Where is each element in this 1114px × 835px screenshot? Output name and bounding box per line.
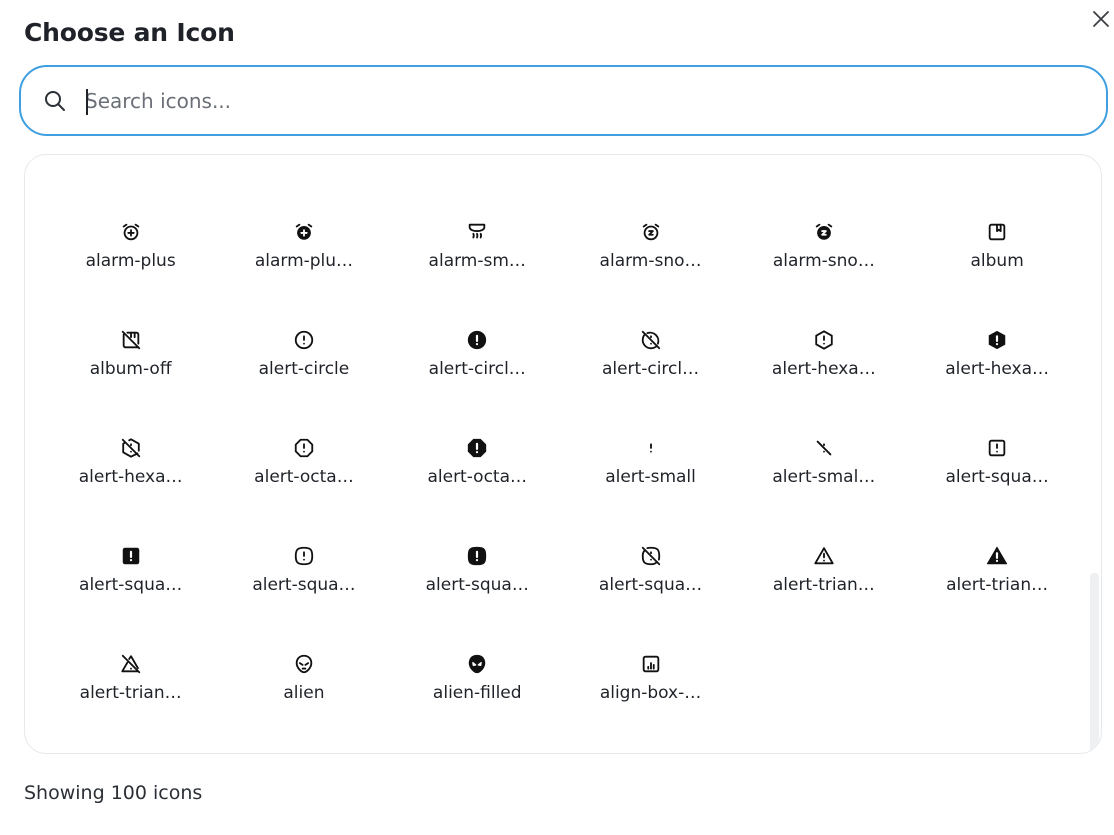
icon-tile[interactable]: album (910, 202, 1083, 310)
search-input[interactable] (85, 81, 1065, 121)
icon-tile[interactable]: alert-trian… (44, 634, 217, 742)
icon-tile-label: alert-trian… (772, 575, 875, 595)
alert-square-icon (988, 439, 1006, 457)
alert-circle-off-icon (641, 330, 660, 350)
icon-grid: alarm-plus alarm-plu… alarm-sm… alarm-sno… a… (44, 202, 1084, 742)
alert-hexagon-off-icon (121, 438, 140, 458)
icon-tile-label: alert-hexa… (945, 359, 1050, 379)
alert-octagon-filled-icon (468, 438, 487, 458)
icon-tile-label: album (970, 251, 1024, 271)
icon-tile-label: alert-trian… (946, 575, 1049, 595)
scrollbar-thumb[interactable] (1090, 573, 1099, 753)
alarm-plus-icon (122, 223, 139, 241)
icon-tile[interactable]: alarm-plu… (217, 202, 390, 310)
dialog-title: Choose an Icon (24, 18, 235, 47)
icon-tile[interactable]: alert-circle (217, 310, 390, 418)
alert-circle-icon (294, 330, 314, 350)
alarm-snooze-filled-icon (815, 223, 833, 240)
icon-picker-dialog: Choose an Icon alarm-plusalarm-plu…alarm… (0, 0, 1114, 835)
icon-tile-label: alarm-plus (85, 251, 176, 271)
icon-tile[interactable]: alert-octa… (391, 418, 564, 526)
icon-grid-panel[interactable]: alarm-plus alarm-plu… alarm-sm… alarm-sno… a… (24, 154, 1102, 754)
alert-hexagon-filled-icon (988, 330, 1006, 350)
icon-tile[interactable]: alert-circl… (564, 310, 737, 418)
icon-tile[interactable]: alert-octa… (217, 418, 390, 526)
icon-tile-label: alert-small (605, 467, 696, 487)
icon-tile[interactable]: alert-hexa… (737, 310, 910, 418)
alert-octagon-icon (294, 438, 314, 458)
icon-tile[interactable]: alert-smal… (737, 418, 910, 526)
alert-triangle-icon (814, 547, 834, 565)
alert-circle-filled-icon (468, 330, 487, 350)
close-icon (1093, 11, 1109, 27)
icon-tile[interactable]: alert-trian… (910, 526, 1083, 634)
icon-tile-label: alarm-plu… (254, 251, 354, 271)
icon-tile-label: alert-squa… (252, 575, 356, 595)
icon-tile-label: alert-squa… (945, 467, 1049, 487)
icon-tile-label: alert-hexa… (78, 467, 183, 487)
icon-tile[interactable]: alert-squa… (564, 526, 737, 634)
icon-tile[interactable]: alien (217, 634, 390, 742)
icon-tile-label: alert-octa… (254, 467, 354, 487)
icon-tile[interactable]: alarm-sno… (737, 202, 910, 310)
alert-square-rounded-icon (294, 546, 314, 566)
icon-tile-label: alert-squa… (425, 575, 529, 595)
icon-tile[interactable]: align-box-… (564, 634, 737, 742)
icon-tile-label: align-box-… (599, 683, 702, 703)
icon-tile-label: alert-circl… (601, 359, 700, 379)
alert-triangle-filled-icon (987, 546, 1008, 565)
icon-tile-label: album-off (89, 359, 172, 379)
alert-square-filled-icon (122, 547, 139, 565)
icon-tile-label: alarm-sno… (772, 251, 875, 271)
align-box-bottom-center-icon (642, 655, 659, 673)
icon-tile-label: alert-circle (258, 359, 350, 379)
text-caret (86, 89, 88, 115)
close-button[interactable] (1088, 6, 1114, 32)
icon-tile-label: alert-circl… (428, 359, 526, 379)
alert-small-icon (649, 443, 652, 453)
search-box[interactable] (19, 65, 1108, 136)
icon-tile[interactable]: alarm-sm… (391, 202, 564, 310)
icon-tile[interactable]: alert-trian… (737, 526, 910, 634)
icon-tile[interactable]: alert-hexa… (44, 418, 217, 526)
album-icon (988, 223, 1006, 241)
icon-tile-label: alert-smal… (772, 467, 876, 487)
alien-icon (295, 654, 313, 674)
icon-tile[interactable]: alarm-plus (44, 202, 217, 310)
icon-tile[interactable]: alien-filled (391, 634, 564, 742)
alarm-snooze-icon (642, 223, 659, 241)
icon-tile[interactable]: alert-squa… (44, 526, 217, 634)
icon-tile-label: alarm-sm… (428, 251, 526, 271)
icon-tile-label: alien-filled (432, 683, 522, 703)
alert-square-rounded-filled-icon (468, 546, 487, 566)
icon-tile-label: alert-squa… (79, 575, 183, 595)
icon-tile[interactable]: alert-small (564, 418, 737, 526)
icon-tile[interactable]: alert-squa… (217, 526, 390, 634)
icon-tile-label: alert-hexa… (771, 359, 876, 379)
icon-tile[interactable]: album-off (44, 310, 217, 418)
icon-tile[interactable]: alarm-sno… (564, 202, 737, 310)
icon-tile-label: alert-octa… (427, 467, 528, 487)
alarm-smoke-icon (468, 223, 486, 239)
icon-tile[interactable]: alert-squa… (391, 526, 564, 634)
alert-square-rounded-off-icon (641, 546, 660, 566)
album-off-icon (121, 330, 140, 350)
icon-tile[interactable]: alert-circl… (391, 310, 564, 418)
icon-tile-label: alert-trian… (79, 683, 182, 703)
alien-filled-icon (468, 654, 486, 674)
icon-count-text: Showing 100 icons (24, 782, 203, 804)
icon-tile-label: alarm-sno… (599, 251, 702, 271)
alert-hexagon-icon (815, 330, 833, 350)
alert-triangle-off-icon (121, 654, 140, 674)
icon-tile[interactable]: alert-squa… (910, 418, 1083, 526)
search-icon (45, 91, 65, 111)
alarm-plus-filled-icon (295, 223, 313, 240)
alert-small-off-icon (816, 440, 832, 456)
icon-tile-label: alert-squa… (598, 575, 703, 595)
icon-tile-label: alien (283, 683, 325, 703)
icon-tile[interactable]: alert-hexa… (910, 310, 1083, 418)
